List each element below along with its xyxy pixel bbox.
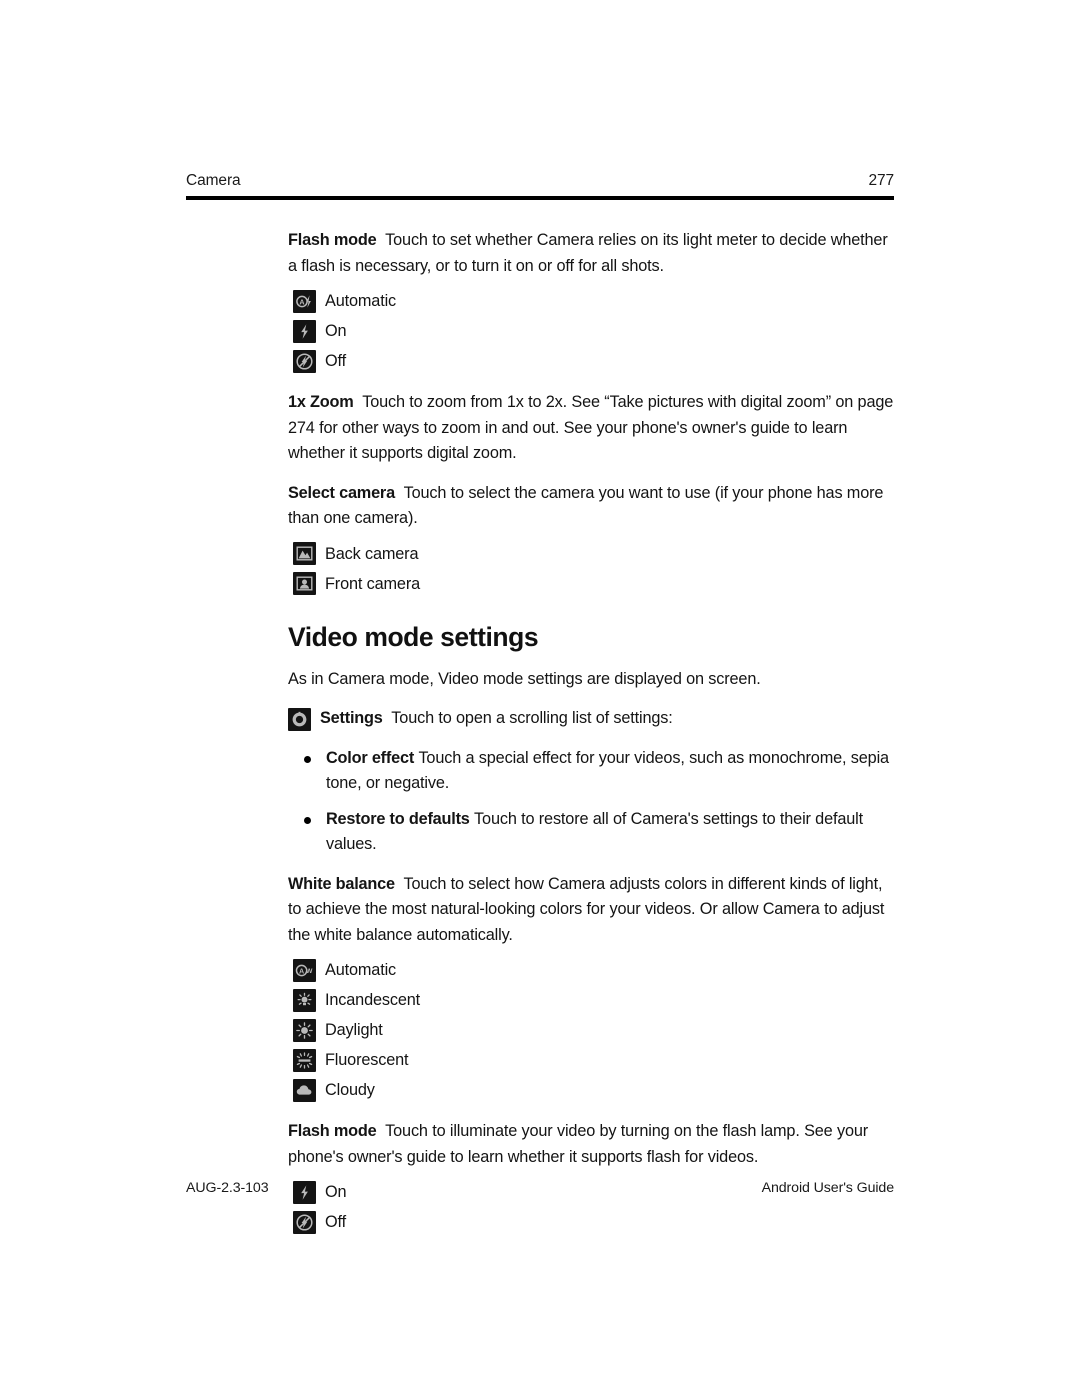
- list-item: Color effect Touch a special effect for …: [298, 746, 894, 797]
- fluorescent-icon: [293, 1048, 316, 1072]
- footer-doc-title: Android User's Guide: [761, 1180, 895, 1196]
- flash-mode-camera-lead: Flash mode: [288, 231, 377, 249]
- flash-mode-camera-options: A Automatic On Off: [288, 286, 894, 376]
- option-label: Automatic: [325, 961, 397, 979]
- svg-text:W: W: [306, 968, 313, 975]
- option-label: Automatic: [325, 292, 397, 310]
- option-label: Back camera: [325, 544, 419, 563]
- flash-mode-camera-paragraph: Flash mode Touch to set whether Camera re…: [288, 228, 894, 279]
- select-camera-lead: Select camera: [288, 483, 395, 502]
- option-row: A Automatic: [293, 286, 894, 316]
- settings-entry: Settings Touch to open a scrolling list o…: [288, 706, 894, 732]
- white-balance-lead: White balance: [288, 874, 395, 893]
- zoom-body: Touch to zoom from 1x to 2x. See “Take p…: [288, 393, 894, 462]
- select-camera-paragraph: Select camera Touch to select the camera …: [288, 481, 894, 532]
- bullet-lead: Restore to defaults: [326, 809, 470, 828]
- option-label: Off: [325, 352, 346, 370]
- option-row: On: [293, 316, 894, 346]
- document-page: Camera 277 Flash mode Touch to set whethe…: [0, 0, 1080, 1397]
- option-row: Off: [293, 1207, 894, 1237]
- option-row: Incandescent: [293, 985, 894, 1015]
- cloudy-icon: [293, 1078, 316, 1102]
- svg-text:A: A: [299, 297, 304, 306]
- list-item: Restore to defaults Touch to restore all…: [298, 807, 894, 858]
- front-camera-icon: [293, 572, 316, 595]
- option-row: A W Automatic: [293, 955, 894, 985]
- option-row: Off: [293, 346, 894, 376]
- video-mode-intro: As in Camera mode, Video mode settings a…: [288, 669, 761, 688]
- option-row: Fluorescent: [293, 1045, 894, 1075]
- page-number: 277: [868, 172, 894, 189]
- option-label: Daylight: [325, 1021, 383, 1039]
- header-rule: [186, 196, 894, 200]
- option-row: Back camera: [293, 539, 894, 569]
- flash-mode-video-lead: Flash mode: [288, 1122, 377, 1140]
- settings-gear-icon: [288, 708, 311, 731]
- option-label: On: [325, 322, 347, 340]
- page-content: Flash mode Touch to set whether Camera re…: [288, 228, 894, 1237]
- settings-paragraph: Settings Touch to open a scrolling list o…: [320, 706, 894, 732]
- footer-doc-code: AUG-2.3-103: [186, 1180, 269, 1196]
- option-row: Cloudy: [293, 1075, 894, 1105]
- bullet-lead: Color effect: [326, 748, 415, 767]
- running-header: Camera 277: [186, 172, 894, 206]
- flash-mode-video-paragraph: Flash mode Touch to illuminate your video…: [288, 1119, 894, 1170]
- daylight-icon: [293, 1018, 316, 1042]
- option-row: Daylight: [293, 1015, 894, 1045]
- white-balance-auto-icon: A W: [293, 958, 316, 982]
- bullet-dot-icon: [304, 755, 311, 763]
- bullet-dot-icon: [304, 816, 311, 824]
- back-camera-icon: [293, 542, 316, 565]
- video-settings-bullet-list: Color effect Touch a special effect for …: [288, 746, 894, 858]
- settings-body: Touch to open a scrolling list of settin…: [391, 709, 673, 727]
- page-footer: AUG-2.3-103 Android User's Guide: [186, 1179, 894, 1197]
- option-label: Fluorescent: [325, 1051, 409, 1069]
- settings-lead: Settings: [320, 709, 383, 727]
- option-label: Cloudy: [325, 1081, 375, 1099]
- flash-off-icon: [293, 1210, 316, 1234]
- flash-on-icon: [293, 319, 316, 343]
- svg-text:A: A: [299, 966, 304, 975]
- page-title: Video mode settings: [288, 621, 539, 652]
- zoom-paragraph: 1x Zoom Touch to zoom from 1x to 2x. See …: [288, 390, 894, 467]
- option-label: Front camera: [325, 574, 421, 593]
- flash-auto-icon: A: [293, 289, 316, 313]
- incandescent-icon: [293, 988, 316, 1012]
- white-balance-paragraph: White balance Touch to select how Camera …: [288, 872, 894, 949]
- running-head-chapter: Camera: [186, 172, 241, 189]
- option-label: Off: [325, 1213, 346, 1231]
- select-camera-options: Back camera Front camera: [288, 539, 894, 599]
- zoom-lead: 1x Zoom: [288, 393, 354, 411]
- option-label: Incandescent: [325, 991, 421, 1009]
- option-row: Front camera: [293, 569, 894, 599]
- white-balance-options: A W Automatic Incandescent Daylight Fluo…: [288, 955, 894, 1105]
- flash-off-icon: [293, 349, 316, 373]
